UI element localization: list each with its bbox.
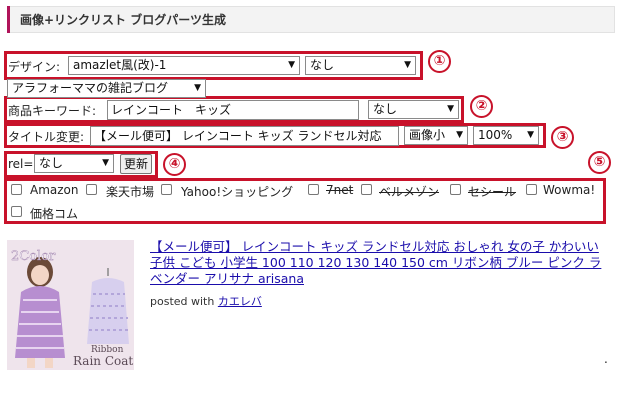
shop-label-amazon: Amazon [30, 183, 79, 197]
kaereba-link[interactable]: カエレバ [218, 295, 262, 308]
title-label: タイトル変更: [8, 130, 85, 144]
shop-checkbox-kakaku[interactable] [11, 206, 22, 217]
chevron-down-icon: ▼ [527, 130, 534, 140]
image-text-color: 2Color [11, 249, 56, 264]
keyword-option-select[interactable]: なし ▼ [368, 100, 459, 119]
design-label: デザイン: [8, 60, 61, 74]
header-accent-bar [7, 6, 10, 33]
posted-with-text: posted with [150, 295, 215, 308]
shop-checkbox-cecile[interactable] [450, 184, 461, 195]
design-option-select[interactable]: なし ▼ [305, 56, 416, 75]
image-size-select[interactable]: 画像小 ▼ [404, 126, 468, 145]
shop-label-rakuten: 楽天市場 [106, 185, 155, 199]
update-button[interactable]: 更新 [120, 154, 152, 174]
keyword-option-select-value: なし [373, 102, 398, 116]
chevron-down-icon: ▼ [102, 158, 109, 168]
product-title-link[interactable]: 【メール便可】 レインコート キッズ ランドセル対応 おしゃれ 女の子 かわいい… [150, 239, 602, 287]
shop-label-cecile: セシール [468, 185, 517, 199]
chevron-down-icon: ▼ [288, 60, 295, 70]
shop-label-wowma: Wowma! [543, 183, 596, 197]
chevron-down-icon: ▼ [456, 130, 463, 140]
shop-checkbox-yahoo[interactable] [161, 184, 172, 195]
shop-label-yahoo: Yahoo!ショッピング [181, 185, 294, 199]
chevron-down-icon: ▼ [447, 104, 454, 114]
posted-with-line: posted with カエレバ [150, 293, 262, 309]
page-title: 画像+リンクリスト ブログパーツ生成 [20, 13, 226, 27]
shop-checkbox-wowma[interactable] [526, 184, 537, 195]
marker-3: ③ [551, 126, 574, 149]
product-image[interactable]: 2Color Ribbon Rain Coat [7, 240, 134, 370]
design-select[interactable]: amazlet風(改)-1 ▼ [68, 56, 300, 75]
trailing-dot: . [604, 352, 608, 366]
title-input[interactable]: 【メール便可】 レインコート キッズ ランドセル対応 [90, 126, 399, 146]
shop-label-bellemaison: ベルメゾン [379, 185, 440, 199]
shop-checkbox-bellemaison[interactable] [361, 184, 372, 195]
design-select-value: amazlet風(改)-1 [73, 58, 167, 72]
marker-4: ④ [163, 153, 186, 176]
percent-select[interactable]: 100% ▼ [473, 126, 539, 145]
shop-checkbox-rakuten[interactable] [86, 184, 97, 195]
design-option-select-value: なし [310, 58, 335, 72]
image-text-raincoat: Rain Coat [73, 354, 133, 368]
image-size-select-value: 画像小 [409, 128, 446, 142]
keyword-input[interactable]: レインコート キッズ [107, 100, 359, 120]
marker-2: ② [470, 95, 493, 118]
shop-label-7net: 7net [326, 183, 354, 197]
marker-1: ① [428, 50, 451, 73]
percent-select-value: 100% [478, 128, 513, 142]
raincoat-photo: 2Color Ribbon Rain Coat [7, 240, 134, 370]
shop-checkbox-7net[interactable] [308, 184, 319, 195]
blog-select-value: アラフォーママの雑記ブログ [12, 81, 169, 95]
chevron-down-icon: ▼ [194, 83, 201, 93]
keyword-label: 商品キーワード: [8, 104, 97, 118]
blog-select[interactable]: アラフォーママの雑記ブログ ▼ [7, 79, 206, 98]
marker-5: ⑤ [588, 151, 611, 174]
shop-checkbox-amazon[interactable] [11, 184, 22, 195]
chevron-down-icon: ▼ [404, 60, 411, 70]
rel-select-value: なし [39, 156, 64, 170]
shop-label-kakaku: 価格コム [30, 207, 79, 221]
rel-select[interactable]: なし ▼ [34, 154, 114, 173]
rel-label: rel= [8, 157, 34, 171]
